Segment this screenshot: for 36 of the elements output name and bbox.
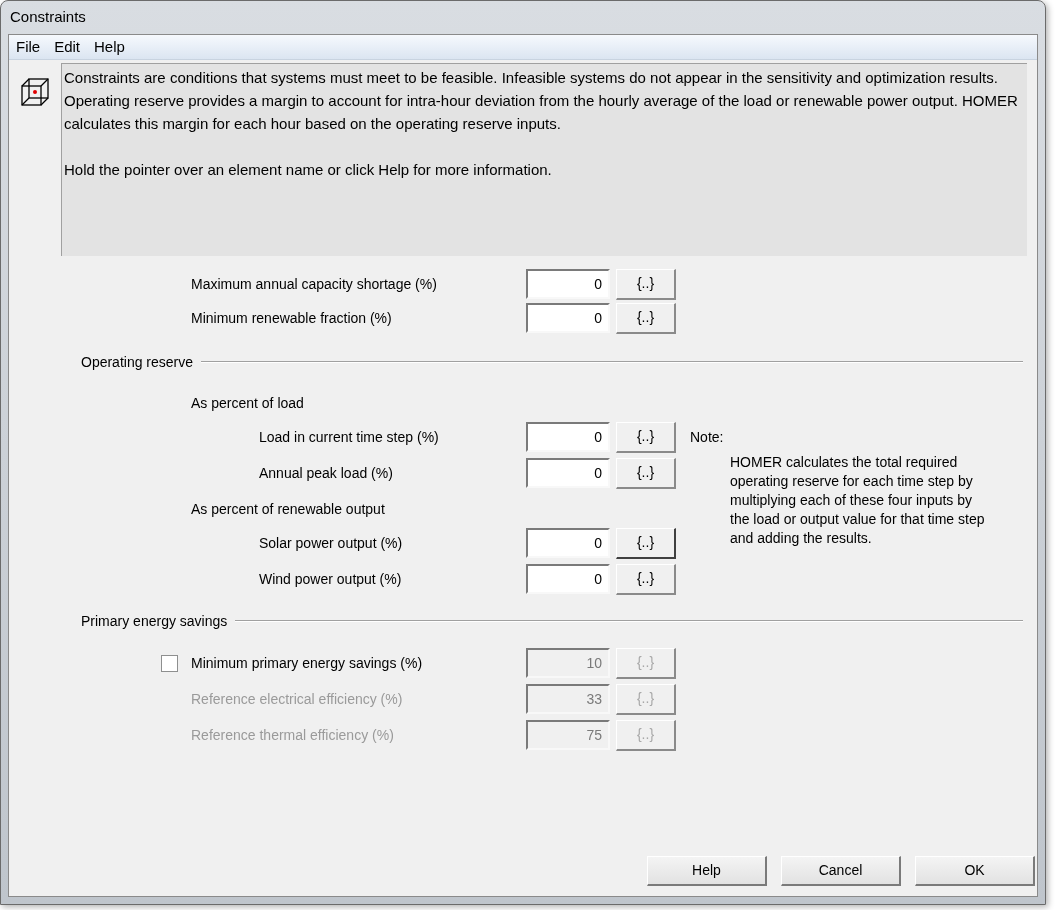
dialog-button[interactable]: OK — [915, 856, 1035, 886]
number-field[interactable]: 0 — [526, 303, 610, 333]
field-label: Annual peak load (%) — [259, 463, 393, 483]
dialog-button[interactable]: Cancel — [781, 856, 901, 886]
field-label: Reference thermal efficiency (%) — [191, 725, 394, 745]
sensitivity-button[interactable]: {..} — [616, 563, 676, 595]
sensitivity-button[interactable]: {..} — [616, 457, 676, 489]
field-label: Minimum renewable fraction (%) — [191, 308, 392, 328]
section-title: Operating reserve — [81, 352, 194, 372]
field-label: Wind power output (%) — [259, 569, 402, 589]
info-text: Hold the pointer over an element name or click Help for more information. — [64, 160, 553, 180]
menu-item[interactable]: File — [11, 35, 46, 59]
number-field[interactable]: 0 — [526, 458, 610, 488]
group-title: As percent of renewable output — [191, 499, 385, 519]
sensitivity-button[interactable]: {..} — [616, 527, 676, 559]
field-label: Load in current time step (%) — [259, 427, 439, 447]
note-text: HOMER calculates the total required operating reserve for each time step by multiplying each of these four inputs by the load or output value for that time step and adding the results. — [729, 453, 986, 548]
cube-icon — [20, 77, 50, 107]
field-label: Reference electrical efficiency (%) — [191, 689, 403, 709]
menu-item[interactable]: Edit — [49, 35, 86, 59]
window-title: Constraints — [10, 7, 86, 28]
sensitivity-button[interactable]: {..} — [616, 302, 676, 334]
number-field[interactable]: 0 — [526, 528, 610, 558]
field-label: Maximum annual capacity shortage (%) — [191, 274, 437, 294]
dialog-button[interactable]: Help — [647, 856, 767, 886]
number-field[interactable]: 0 — [526, 422, 610, 452]
sensitivity-button[interactable]: {..} — [616, 268, 676, 300]
menu-item[interactable]: Help — [89, 35, 130, 59]
note-title: Note: — [690, 427, 725, 447]
field-label: Solar power output (%) — [259, 533, 403, 553]
sensitivity-button[interactable]: {..} — [616, 421, 676, 453]
section-title: Primary energy savings — [81, 611, 228, 631]
info-text: Constraints are conditions that systems must meet to be feasible. Infeasible systems do not appear in the sensitivity and optimization results. Operating reserve provides a margin to account for intra-hour deviation from the hourly average of the load or renewable power output. HOMER calculates this margin for each hour based on the operating reserve inputs. — [64, 68, 1019, 134]
group-title: As percent of load — [191, 393, 304, 413]
number-field[interactable]: 0 — [526, 269, 610, 299]
number-field[interactable]: 0 — [526, 564, 610, 594]
